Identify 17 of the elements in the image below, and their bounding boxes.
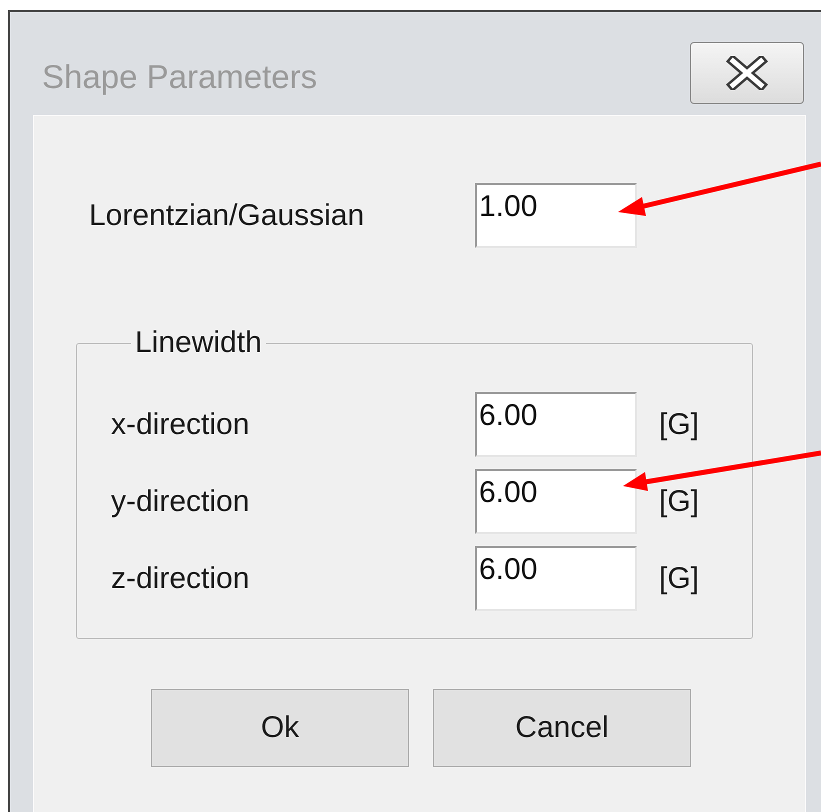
- input-field[interactable]: 6.00: [475, 546, 637, 611]
- unit-label: [G]: [659, 484, 700, 518]
- dialog-button[interactable]: Ok: [151, 689, 409, 767]
- unit-label: [G]: [659, 562, 700, 596]
- field-label: x-direction: [111, 408, 250, 442]
- field-label: y-direction: [111, 484, 250, 518]
- close-icon: [725, 56, 769, 90]
- input-field[interactable]: 1.00: [475, 183, 637, 248]
- unit-label: [G]: [659, 408, 700, 442]
- input-field[interactable]: 6.00: [475, 469, 637, 534]
- field-label: z-direction: [111, 562, 250, 596]
- group-title: Linewidth: [134, 326, 263, 360]
- field-label: Lorentzian/Gaussian: [89, 198, 366, 232]
- input-field[interactable]: 6.00: [475, 392, 637, 457]
- dialog-button[interactable]: Cancel: [433, 689, 691, 767]
- close-button[interactable]: [690, 42, 804, 104]
- window-title: Shape Parameters: [42, 58, 318, 96]
